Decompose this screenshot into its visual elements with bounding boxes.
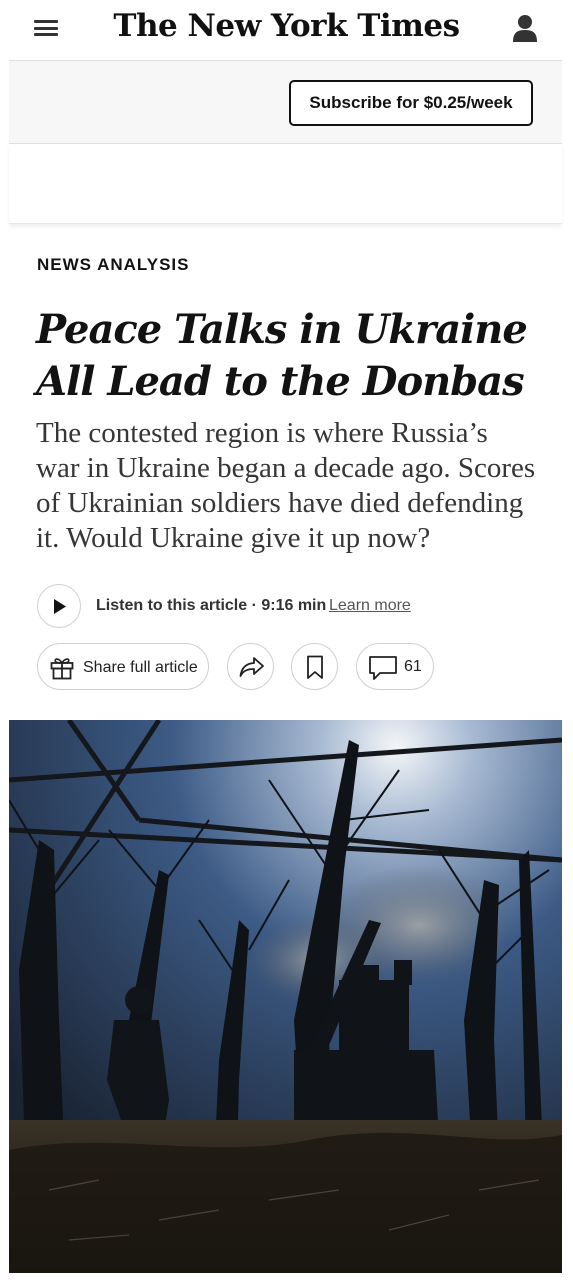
lead-photo[interactable] [9,720,562,1273]
share-full-article-label: Share full article [83,659,198,676]
share-button[interactable] [227,643,274,690]
article-kicker: NEWS ANALYSIS [37,255,190,274]
share-arrow-icon [239,657,264,677]
listen-label: Listen to this article · 9:16 min [96,597,327,614]
user-account-icon[interactable] [512,14,538,42]
share-full-article-button[interactable]: Share full article [37,643,209,690]
subscribe-button[interactable]: Subscribe for $0.25/week [289,80,533,126]
comment-count: 61 [404,658,422,675]
comments-button[interactable]: 61 [356,643,434,690]
gift-icon [50,658,74,680]
bookmark-icon [307,655,323,679]
bookmark-button[interactable] [291,643,338,690]
article-actions: Share full article 61 [37,643,557,690]
nyt-logo[interactable]: The New York Times [0,8,573,44]
play-icon [54,599,66,614]
top-bar: The New York Times [0,0,573,60]
artillery-photo-image [9,720,562,1273]
subscribe-banner: Subscribe for $0.25/week [9,60,562,144]
comment-bubble-icon [369,656,397,680]
article-headline: Peace Talks in Ukraine All Lead to the D… [36,306,528,405]
article-summary: The contested region is where Russia’s w… [36,417,536,554]
play-button[interactable] [37,584,81,628]
learn-more-link[interactable]: Learn more [329,597,411,615]
listen-row: Listen to this article · 9:16 min Learn … [37,584,537,628]
ad-placeholder [9,144,562,224]
